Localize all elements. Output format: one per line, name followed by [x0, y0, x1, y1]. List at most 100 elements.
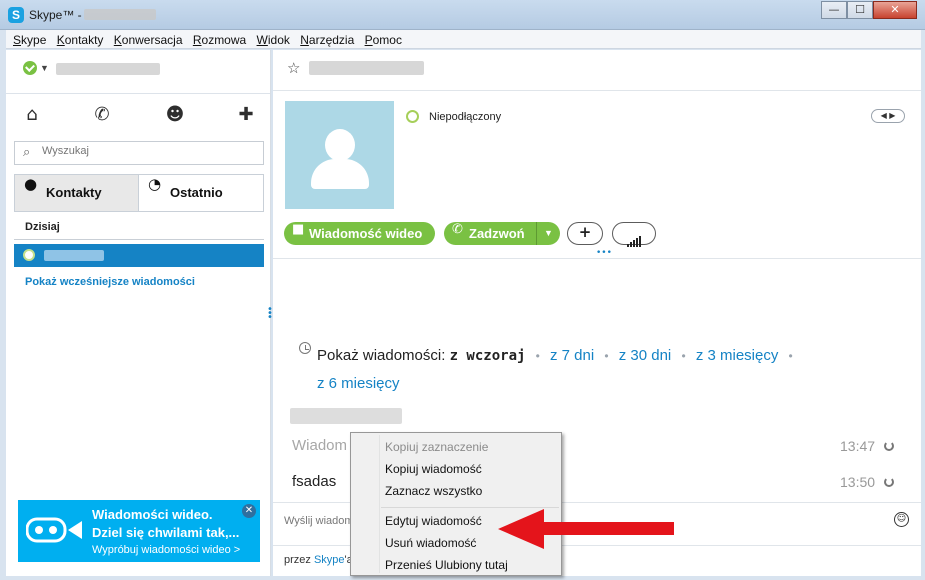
call-options-dropdown[interactable]: ▼ — [536, 222, 560, 245]
separator-dot: • — [788, 349, 793, 363]
my-status-icon[interactable] — [23, 61, 37, 75]
menu-pomoc[interactable]: Pomoc — [358, 30, 402, 47]
profile-pager-arrows-icon[interactable]: ◀ ▶ — [871, 109, 905, 123]
tab-ostatnio-label: Ostatnio — [170, 185, 223, 200]
video-message-icon — [26, 517, 82, 543]
window-title: Skype™ - — [29, 8, 82, 22]
compose-input[interactable]: Wyślij wiadom — [284, 515, 354, 527]
footer-prefix: przez — [284, 554, 314, 566]
video-message-button[interactable]: ■ Wiadomość wideo — [284, 222, 435, 245]
status-dropdown-icon[interactable]: ▼ — [40, 63, 49, 73]
message-time: 13:47 — [840, 438, 876, 454]
contact-tabs: ● Kontakty ◔ Ostatnio — [14, 174, 264, 212]
call-quality-button[interactable] — [612, 222, 656, 247]
title-bar: S Skype™ - — ☐ ✕ — [0, 0, 925, 30]
maximize-button[interactable]: ☐ — [847, 1, 873, 19]
tab-ostatnio[interactable]: ◔ Ostatnio — [139, 175, 263, 211]
video-camera-icon: ■ — [292, 222, 305, 237]
divider — [273, 90, 921, 91]
history-label: Pokaż wiadomości: — [317, 347, 446, 364]
menu-bar: Skype Kontakty Konwersacja Rozmowa Widok… — [6, 30, 921, 49]
divider — [273, 258, 921, 259]
separator-dot: • — [681, 349, 686, 363]
tab-kontakty[interactable]: ● Kontakty — [15, 175, 139, 211]
history-option-7-days[interactable]: z 7 dni — [550, 347, 594, 364]
skype-logo-icon: S — [8, 7, 24, 23]
promo-title: Wiadomości wideo. — [92, 507, 213, 522]
separator-dot: • — [604, 349, 609, 363]
sidebar-toolbar: ⌂ ✆ ☻ ✚ — [6, 102, 270, 132]
menu-item-edit-message[interactable]: Edytuj wiadomość — [385, 514, 482, 528]
add-contact-icon[interactable]: ✚ — [231, 102, 261, 128]
phone-icon[interactable]: ✆ — [87, 102, 117, 128]
group-icon[interactable]: ☻ — [160, 102, 190, 128]
offline-status-icon — [406, 110, 419, 123]
video-message-promo[interactable]: Wiadomości wideo. Dziel się chwilami tak… — [18, 500, 260, 562]
menu-gutter — [379, 435, 380, 573]
separator-dot: • — [535, 349, 540, 363]
menu-item-copy-message[interactable]: Kopiuj wiadomość — [385, 462, 482, 476]
my-username-redacted[interactable] — [56, 63, 160, 75]
add-button[interactable]: + — [567, 222, 603, 245]
message-text[interactable]: fsadas — [292, 473, 336, 490]
context-menu: Kopiuj zaznaczenie Kopiuj wiadomość Zazn… — [350, 432, 562, 576]
sidebar: ▼ ⌂ ✆ ☻ ✚ ⌕ ● Kontakty ◔ Ostatnio Dzisia… — [6, 50, 271, 576]
history-current: z wczoraj — [449, 348, 526, 364]
person-icon: ● — [24, 175, 38, 193]
message-time: 13:50 — [840, 474, 876, 490]
menu-item-delete-message[interactable]: Usuń wiadomość — [385, 536, 476, 550]
contact-status-icon — [23, 249, 35, 261]
message-sender-redacted — [290, 408, 402, 424]
contact-avatar[interactable] — [285, 101, 394, 209]
history-clock-icon — [299, 342, 311, 354]
expand-dots-icon[interactable]: ••• — [596, 248, 612, 258]
show-earlier-link[interactable]: Pokaż wcześniejsze wiadomości — [25, 276, 195, 288]
close-promo-icon[interactable]: ✕ — [242, 504, 256, 518]
tab-kontakty-label: Kontakty — [46, 185, 102, 200]
home-icon[interactable]: ⌂ — [17, 102, 47, 128]
search-input[interactable] — [42, 145, 252, 157]
signal-bars-icon — [627, 229, 642, 247]
contact-name-redacted — [44, 250, 104, 261]
menu-kontakty[interactable]: Kontakty — [50, 30, 104, 47]
menu-skype[interactable]: Skype — [6, 30, 46, 47]
history-option-3-months[interactable]: z 3 miesięcy — [696, 347, 779, 364]
history-option-30-days[interactable]: z 30 dni — [619, 347, 672, 364]
menu-item-copy-selection: Kopiuj zaznaczenie — [385, 440, 489, 454]
emoticon-icon[interactable]: ☺ — [894, 512, 909, 527]
avatar-body — [311, 159, 369, 189]
divider — [14, 239, 264, 240]
sending-spinner-icon — [884, 441, 894, 451]
video-message-label: Wiadomość wideo — [309, 226, 423, 241]
search-icon: ⌕ — [23, 145, 31, 160]
call-label: Zadzwoń — [469, 226, 525, 241]
menu-widok[interactable]: Widok — [250, 30, 290, 47]
footer-skype-link[interactable]: Skype — [314, 554, 345, 566]
history-filter: Pokaż wiadomości: z wczoraj • z 7 dni • … — [317, 342, 877, 397]
close-button[interactable]: ✕ — [873, 1, 917, 19]
annotation-arrow-icon — [498, 509, 674, 549]
sending-spinner-icon — [884, 477, 894, 487]
menu-item-select-all[interactable]: Zaznacz wszystko — [385, 484, 482, 498]
contact-name-redacted — [309, 61, 424, 75]
history-option-6-months[interactable]: z 6 miesięcy — [317, 375, 400, 392]
search-box[interactable]: ⌕ — [14, 141, 264, 165]
call-button[interactable]: ✆ Zadzwoń — [444, 222, 536, 245]
menu-item-move-favorite[interactable]: Przenieś Ulubiony tutaj — [385, 558, 508, 572]
menu-konwersacja[interactable]: Konwersacja — [107, 30, 183, 47]
window-title-username-redacted — [84, 9, 156, 20]
menu-rozmowa[interactable]: Rozmowa — [186, 30, 246, 47]
contact-list-item[interactable] — [14, 244, 264, 267]
contact-status: Niepodłączony — [429, 111, 502, 123]
minimize-button[interactable]: — — [821, 1, 847, 19]
avatar-head — [325, 129, 355, 161]
section-today: Dzisiaj — [25, 221, 60, 233]
favorite-star-icon[interactable]: ☆ — [287, 59, 300, 77]
clock-icon: ◔ — [148, 175, 162, 193]
footer-text: przez Skype'a — [284, 554, 353, 566]
divider — [6, 93, 270, 94]
chevron-down-icon: ▼ — [544, 228, 553, 238]
message-text[interactable]: Wiadom — [292, 437, 347, 454]
menu-narzedzia[interactable]: Narzędzia — [293, 30, 354, 47]
promo-link[interactable]: Wypróbuj wiadomości wideo > — [92, 544, 240, 556]
